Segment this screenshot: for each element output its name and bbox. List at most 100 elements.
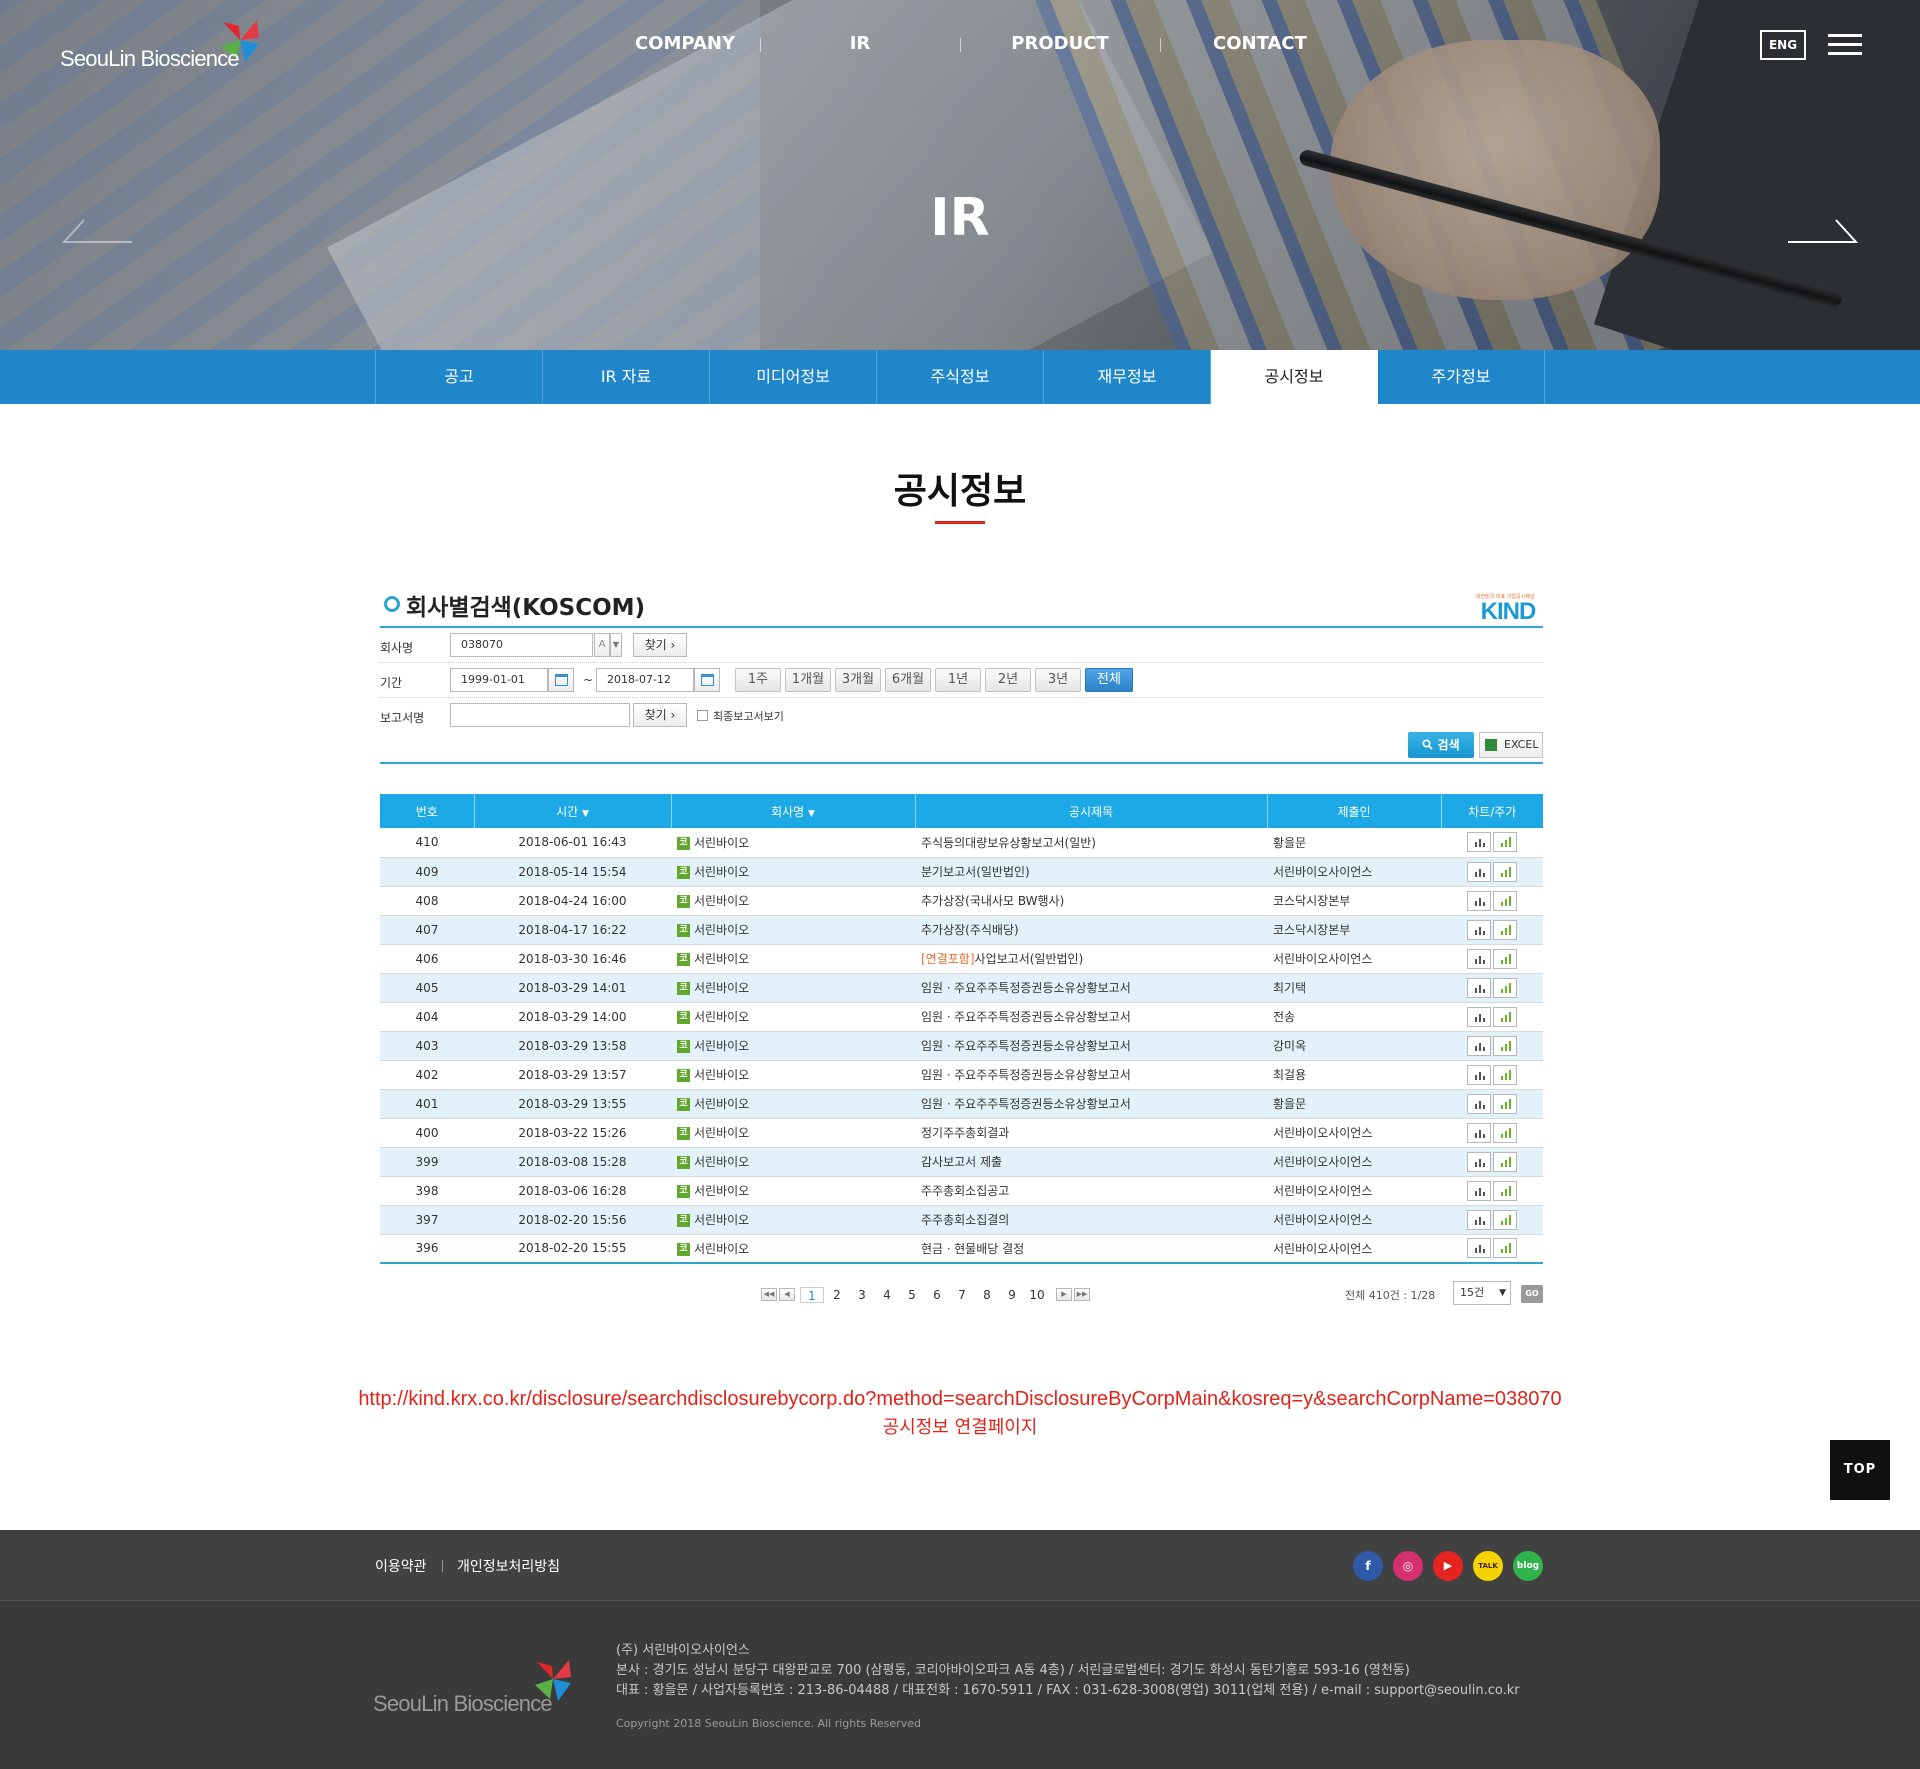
row-company-link[interactable]: 서린바이오 [694,1039,749,1053]
row-company-link[interactable]: 서린바이오 [694,1068,749,1082]
chart-icon[interactable] [1467,948,1491,969]
row-company-link[interactable]: 서린바이오 [694,1242,749,1256]
stock-price-icon[interactable] [1493,1035,1517,1056]
chart-icon[interactable] [1467,1035,1491,1056]
row-title-link[interactable]: 임원ㆍ주요주주특정증권등소유상황보고서 [921,1097,1131,1111]
row-title-link[interactable]: 추가상장(주식배당) [921,923,1019,937]
company-input[interactable]: 038070 [450,633,593,657]
chart-icon[interactable] [1467,1006,1491,1027]
instagram-icon[interactable]: ◎ [1393,1551,1423,1581]
row-title-link[interactable]: [연결포함]사업보고서(일반법인) [921,952,1083,966]
excel-button[interactable]: EXCEL [1479,732,1543,758]
period-all-button[interactable]: 전체 [1085,668,1133,692]
tab-media[interactable]: 미디어정보 [710,350,877,404]
prev-slide-arrow-icon[interactable] [62,218,134,246]
stock-price-icon[interactable] [1493,1209,1517,1230]
page-5[interactable]: 5 [900,1287,924,1303]
row-company-link[interactable]: 서린바이오 [694,923,749,937]
page-3[interactable]: 3 [850,1287,874,1303]
period-6m-button[interactable]: 6개월 [885,668,931,692]
stock-price-icon[interactable] [1493,1151,1517,1172]
page-2[interactable]: 2 [825,1287,849,1303]
tab-notice[interactable]: 공고 [376,350,543,404]
page-9[interactable]: 9 [1000,1287,1024,1303]
calendar-icon[interactable] [694,668,720,692]
blog-icon[interactable]: blog [1513,1551,1543,1581]
next-slide-arrow-icon[interactable] [1786,218,1858,246]
kakaotalk-icon[interactable]: TALK [1473,1551,1503,1581]
row-title-link[interactable]: 임원ㆍ주요주주특정증권등소유상황보고서 [921,1010,1131,1024]
row-title-link[interactable]: 주식등의대량보유상황보고서(일반) [921,836,1096,850]
row-title-link[interactable]: 추가상장(국내사모 BW행사) [921,894,1064,908]
chart-icon[interactable] [1467,1064,1491,1085]
period-3m-button[interactable]: 3개월 [835,668,881,692]
stock-price-icon[interactable] [1493,1064,1517,1085]
row-company-link[interactable]: 서린바이오 [694,1126,749,1140]
next-page-icon[interactable]: ▶ [1056,1288,1072,1301]
site-logo[interactable]: SeouLin Bioscience [60,16,270,76]
tab-stock-price[interactable]: 주가정보 [1378,350,1545,404]
period-1m-button[interactable]: 1개월 [785,668,831,692]
nav-contact[interactable]: CONTACT [1165,28,1355,60]
page-size-select[interactable]: 15건 ▼ [1453,1281,1511,1305]
row-title-link[interactable]: 임원ㆍ주요주주특정증권등소유상황보고서 [921,981,1131,995]
chart-icon[interactable] [1467,890,1491,911]
row-company-link[interactable]: 서린바이오 [694,1010,749,1024]
tab-ir-materials[interactable]: IR 자료 [543,350,710,404]
chart-icon[interactable] [1467,1093,1491,1114]
final-report-checkbox[interactable] [697,710,708,721]
nav-product[interactable]: PRODUCT [965,28,1155,60]
row-title-link[interactable]: 감사보고서 제출 [921,1155,1002,1169]
chart-icon[interactable] [1467,861,1491,882]
row-title-link[interactable]: 주주총회소집공고 [921,1184,1009,1198]
nav-company[interactable]: COMPANY [590,28,780,60]
company-toggle[interactable]: A [594,633,610,657]
menu-icon[interactable] [1828,34,1862,56]
stock-price-icon[interactable] [1493,948,1517,969]
facebook-icon[interactable]: f [1353,1551,1383,1581]
row-company-link[interactable]: 서린바이오 [694,1097,749,1111]
col-time[interactable]: 시간 ▼ [474,794,672,828]
prev-page-icon[interactable]: ◀ [779,1288,795,1301]
report-find-button[interactable]: 찾기 › [633,703,687,727]
stock-price-icon[interactable] [1493,1006,1517,1027]
period-1y-button[interactable]: 1년 [935,668,981,692]
stock-price-icon[interactable] [1493,919,1517,940]
row-company-link[interactable]: 서린바이오 [694,952,749,966]
company-find-button[interactable]: 찾기 › [633,633,687,657]
row-company-link[interactable]: 서린바이오 [694,981,749,995]
terms-link[interactable]: 이용약관 [375,1556,427,1576]
report-input[interactable] [450,703,630,727]
chart-icon[interactable] [1467,1122,1491,1143]
row-company-link[interactable]: 서린바이오 [694,894,749,908]
chart-icon[interactable] [1467,977,1491,998]
tab-financial[interactable]: 재무정보 [1044,350,1211,404]
youtube-icon[interactable]: ▶ [1433,1551,1463,1581]
page-7[interactable]: 7 [950,1287,974,1303]
kind-link-url[interactable]: http://kind.krx.co.kr/disclosure/searchd… [0,1388,1920,1411]
calendar-icon[interactable] [548,668,574,692]
chart-icon[interactable] [1467,1209,1491,1230]
scroll-top-button[interactable]: TOP [1830,1440,1890,1500]
period-3y-button[interactable]: 3년 [1035,668,1081,692]
row-company-link[interactable]: 서린바이오 [694,1213,749,1227]
kind-logo[interactable]: KIND [1475,598,1541,626]
stock-price-icon[interactable] [1493,977,1517,998]
tab-stock-info[interactable]: 주식정보 [877,350,1044,404]
last-page-icon[interactable]: ▶▶ [1074,1288,1090,1301]
row-company-link[interactable]: 서린바이오 [694,1184,749,1198]
chart-icon[interactable] [1467,1180,1491,1201]
privacy-link[interactable]: 개인정보처리방침 [457,1556,560,1576]
row-company-link[interactable]: 서린바이오 [694,836,749,850]
stock-price-icon[interactable] [1493,1238,1517,1259]
row-company-link[interactable]: 서린바이오 [694,865,749,879]
stock-price-icon[interactable] [1493,861,1517,882]
search-button[interactable]: 검색 [1408,732,1474,758]
row-company-link[interactable]: 서린바이오 [694,1155,749,1169]
stock-price-icon[interactable] [1493,1180,1517,1201]
page-10[interactable]: 10 [1025,1287,1049,1303]
date-to-input[interactable]: 2018-07-12 [596,668,694,692]
stock-price-icon[interactable] [1493,1122,1517,1143]
first-page-icon[interactable]: ◀◀ [761,1288,777,1301]
stock-price-icon[interactable] [1493,832,1517,853]
